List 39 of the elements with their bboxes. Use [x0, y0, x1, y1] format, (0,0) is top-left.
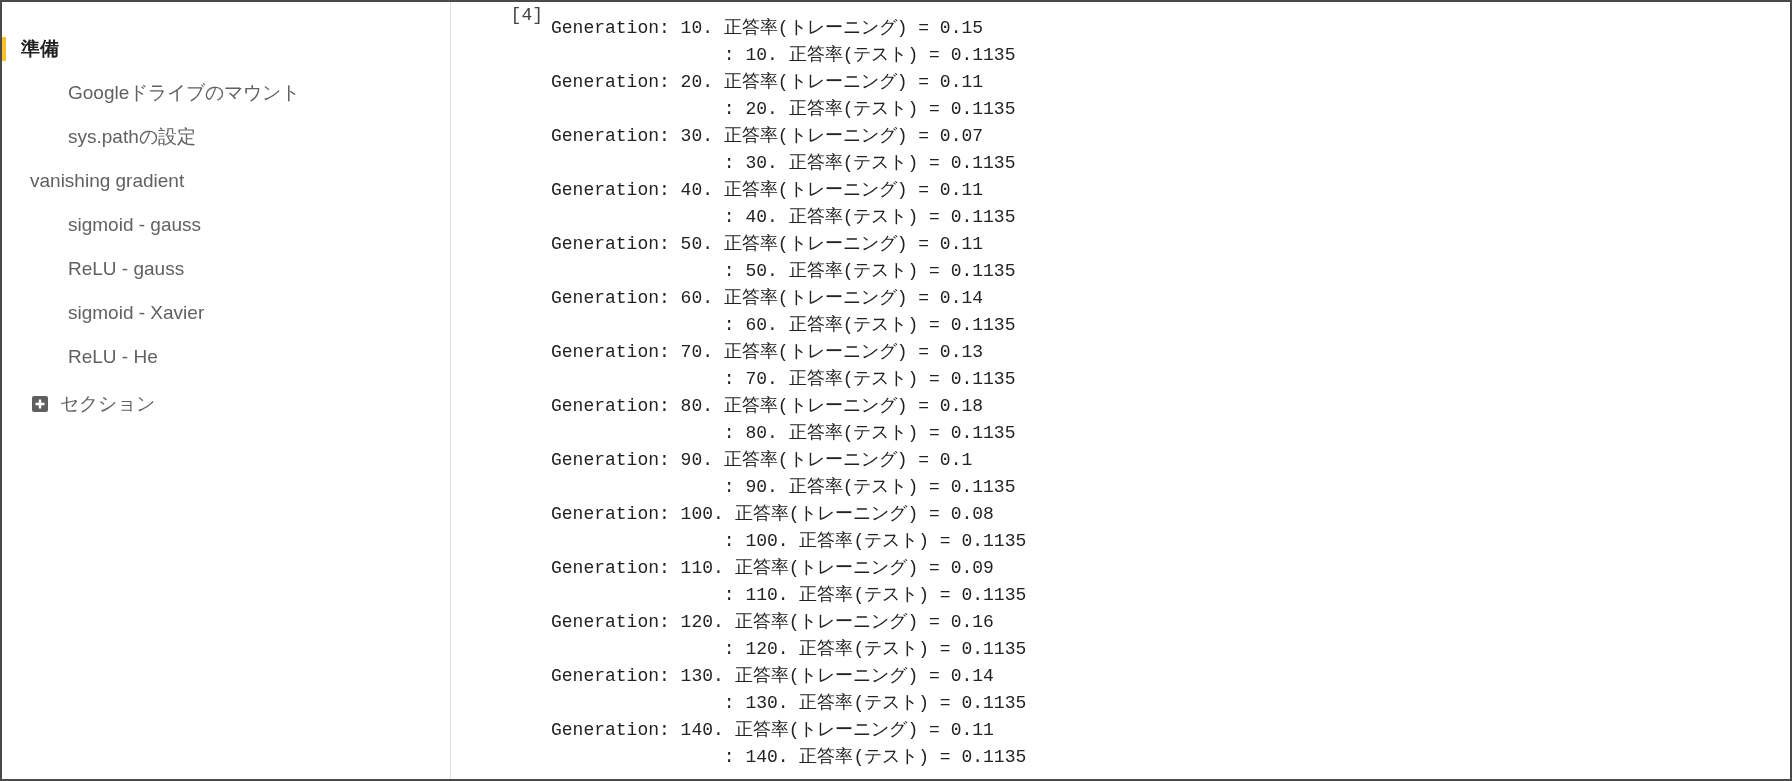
toc-item[interactable]: sigmoid - Xavier	[2, 291, 205, 335]
toc-item[interactable]: 準備	[2, 37, 59, 61]
output-line: : 90. 正答率(テスト) = 0.1135	[722, 476, 1017, 499]
output-line: Generation: 100. 正答率(トレーニング) = 0.08	[551, 503, 995, 526]
output-line: Generation: 110. 正答率(トレーニング) = 0.09	[551, 557, 995, 580]
toc-item[interactable]: ReLU - gauss	[2, 247, 185, 291]
output-line: Generation: 70. 正答率(トレーニング) = 0.13	[551, 341, 985, 364]
output-line: Generation: 50. 正答率(トレーニング) = 0.11	[551, 233, 985, 256]
output-line: Generation: 40. 正答率(トレーニング) = 0.11	[551, 179, 985, 202]
output-line: : 60. 正答率(テスト) = 0.1135	[722, 314, 1017, 337]
output-line: Generation: 20. 正答率(トレーニング) = 0.11	[551, 71, 985, 94]
output-line: : 120. 正答率(テスト) = 0.1135	[722, 638, 1027, 661]
toc-item[interactable]: Googleドライブのマウント	[2, 71, 301, 115]
output-line: : 130. 正答率(テスト) = 0.1135	[722, 692, 1027, 715]
output-line: : 140. 正答率(テスト) = 0.1135	[722, 746, 1027, 769]
toc-item[interactable]: sigmoid - gauss	[2, 203, 202, 247]
toc-item[interactable]: ReLU - He	[2, 335, 158, 379]
output-line: : 50. 正答率(テスト) = 0.1135	[722, 260, 1017, 283]
toc-item[interactable]: sys.pathの設定	[2, 115, 196, 159]
output-line: Generation: 60. 正答率(トレーニング) = 0.14	[551, 287, 985, 310]
output-line: : 40. 正答率(テスト) = 0.1135	[722, 206, 1017, 229]
toc-item[interactable]: vanishing gradient	[2, 159, 185, 203]
output-line: Generation: 130. 正答率(トレーニング) = 0.14	[551, 665, 995, 688]
output-line: : 80. 正答率(テスト) = 0.1135	[722, 422, 1017, 445]
output-line: Generation: 10. 正答率(トレーニング) = 0.15	[551, 17, 985, 40]
output-line: Generation: 120. 正答率(トレーニング) = 0.16	[551, 611, 995, 634]
output-line: : 110. 正答率(テスト) = 0.1135	[722, 584, 1027, 607]
output-line: Generation: 80. 正答率(トレーニング) = 0.18	[551, 395, 985, 418]
output-line: Generation: 30. 正答率(トレーニング) = 0.07	[551, 125, 985, 148]
execution-count: [4]	[509, 4, 544, 27]
output-line: : 70. 正答率(テスト) = 0.1135	[722, 368, 1017, 391]
output-line: : 20. 正答率(テスト) = 0.1135	[722, 98, 1017, 121]
output-line: Generation: 90. 正答率(トレーニング) = 0.1	[551, 449, 974, 472]
output-line: : 10. 正答率(テスト) = 0.1135	[722, 44, 1017, 67]
output-line: Generation: 140. 正答率(トレーニング) = 0.11	[551, 719, 995, 742]
plus-icon	[32, 396, 48, 412]
add-section-button[interactable]: セクション	[32, 391, 155, 417]
output-line: : 30. 正答率(テスト) = 0.1135	[722, 152, 1017, 175]
output-line: : 100. 正答率(テスト) = 0.1135	[722, 530, 1027, 553]
